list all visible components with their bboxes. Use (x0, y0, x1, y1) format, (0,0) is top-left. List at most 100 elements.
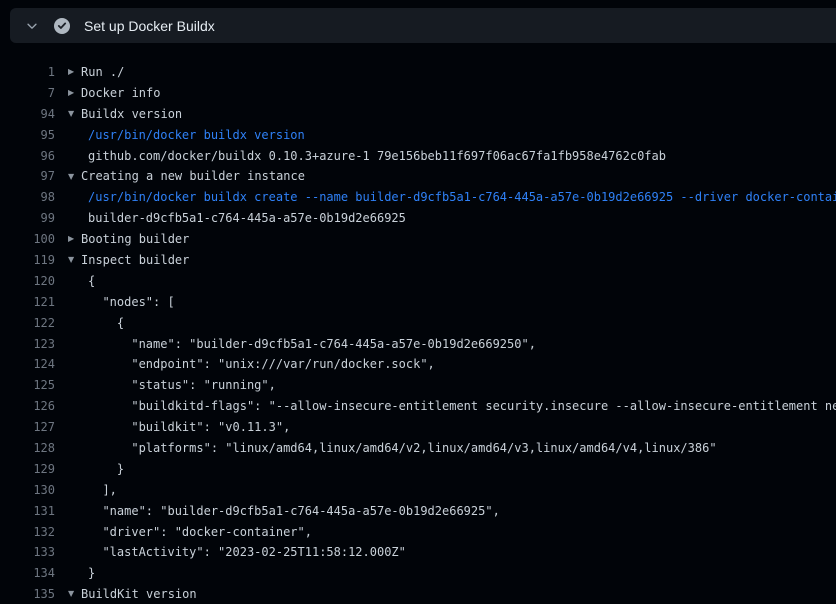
log-line: 95/usr/bin/docker buildx version (0, 125, 836, 146)
log-line: 126 "buildkitd-flags": "--allow-insecure… (0, 396, 836, 417)
log-output-text: ], (68, 480, 117, 501)
log-command-text: /usr/bin/docker buildx create --name bui… (68, 187, 836, 208)
log-text-content: "endpoint": "unix:///var/run/docker.sock… (68, 354, 836, 375)
expand-icon[interactable]: ▶ (68, 83, 81, 104)
log-line: 130 ], (0, 480, 836, 501)
log-output-text: "status": "running", (68, 375, 276, 396)
log-group-label: Inspect builder (81, 253, 189, 267)
log-line: 121 "nodes": [ (0, 292, 836, 313)
log-group-toggle[interactable]: ▶Booting builder (68, 229, 836, 250)
log-group-label: Booting builder (81, 232, 189, 246)
log-group-toggle[interactable]: ▼BuildKit version (68, 584, 836, 604)
log-text-content: "nodes": [ (68, 292, 836, 313)
line-number-link[interactable]: 1 (0, 62, 55, 83)
line-number-link[interactable]: 133 (0, 542, 55, 563)
log-group-label: BuildKit version (81, 587, 197, 601)
line-number-link[interactable]: 121 (0, 292, 55, 313)
line-number-link[interactable]: 122 (0, 313, 55, 334)
line-number-link[interactable]: 132 (0, 522, 55, 543)
step-header[interactable]: Set up Docker Buildx (10, 8, 836, 43)
log-command-text: /usr/bin/docker buildx version (68, 125, 305, 146)
log-output-text: "buildkitd-flags": "--allow-insecure-ent… (68, 396, 836, 417)
line-number-link[interactable]: 131 (0, 501, 55, 522)
log-group-toggle[interactable]: ▶Run ./ (68, 62, 836, 83)
collapse-icon[interactable]: ▼ (68, 250, 81, 271)
line-number-link[interactable]: 129 (0, 459, 55, 480)
log-text-content: github.com/docker/buildx 0.10.3+azure-1 … (68, 146, 836, 167)
line-number-link[interactable]: 97 (0, 166, 55, 187)
log-text-content: /usr/bin/docker buildx version (68, 125, 836, 146)
log-text-content: "status": "running", (68, 375, 836, 396)
log-line: 7 ▶Docker info (0, 83, 836, 104)
log-line: 124 "endpoint": "unix:///var/run/docker.… (0, 354, 836, 375)
log-output-text: "name": "builder-d9cfb5a1-c764-445a-a57e… (68, 501, 500, 522)
check-circle-icon (54, 18, 70, 34)
log-lines: 1▶Run ./7▶Docker info94▼Buildx version95… (0, 43, 836, 604)
log-line: 132 "driver": "docker-container", (0, 522, 836, 543)
log-text-content: } (68, 563, 836, 584)
log-group-toggle[interactable]: ▼Buildx version (68, 104, 836, 125)
log-output-text: "endpoint": "unix:///var/run/docker.sock… (68, 354, 435, 375)
line-number-link[interactable]: 124 (0, 354, 55, 375)
log-group-toggle[interactable]: ▶Docker info (68, 83, 836, 104)
log-line: 125 "status": "running", (0, 375, 836, 396)
log-output-text: "platforms": "linux/amd64,linux/amd64/v2… (68, 438, 717, 459)
line-number-link[interactable]: 128 (0, 438, 55, 459)
line-number-link[interactable]: 94 (0, 104, 55, 125)
log-output-text: builder-d9cfb5a1-c764-445a-a57e-0b19d2e6… (68, 208, 406, 229)
line-number-link[interactable]: 119 (0, 250, 55, 271)
log-output-text: } (68, 459, 124, 480)
log-output-text: github.com/docker/buildx 0.10.3+azure-1 … (68, 146, 666, 167)
line-number-link[interactable]: 135 (0, 584, 55, 604)
log-text-content: "name": "builder-d9cfb5a1-c764-445a-a57e… (68, 334, 836, 355)
log-text-content: /usr/bin/docker buildx create --name bui… (68, 187, 836, 208)
log-line: 119 ▼Inspect builder (0, 250, 836, 271)
log-line: 129 } (0, 459, 836, 480)
line-number-link[interactable]: 134 (0, 563, 55, 584)
collapse-icon[interactable]: ▼ (68, 104, 81, 125)
line-number-link[interactable]: 98 (0, 187, 55, 208)
log-text-content: ], (68, 480, 836, 501)
log-group-label: Buildx version (81, 107, 182, 121)
log-line: 97 ▼Creating a new builder instance (0, 166, 836, 187)
log-text-content: "platforms": "linux/amd64,linux/amd64/v2… (68, 438, 836, 459)
log-line: 128 "platforms": "linux/amd64,linux/amd6… (0, 438, 836, 459)
log-output-text: "nodes": [ (68, 292, 175, 313)
line-number-link[interactable]: 130 (0, 480, 55, 501)
log-group-toggle[interactable]: ▼Inspect builder (68, 250, 836, 271)
log-text-content: } (68, 459, 836, 480)
log-line: 135 ▼BuildKit version (0, 584, 836, 604)
log-output-text: "name": "builder-d9cfb5a1-c764-445a-a57e… (68, 334, 536, 355)
log-text-content: "lastActivity": "2023-02-25T11:58:12.000… (68, 542, 836, 563)
collapse-icon[interactable]: ▼ (68, 167, 81, 188)
log-line: 94 ▼Buildx version (0, 104, 836, 125)
line-number-link[interactable]: 7 (0, 83, 55, 104)
expand-icon[interactable]: ▶ (68, 62, 81, 83)
chevron-down-icon[interactable] (24, 18, 40, 34)
line-number-link[interactable]: 99 (0, 208, 55, 229)
line-number-link[interactable]: 120 (0, 271, 55, 292)
log-output-text: "lastActivity": "2023-02-25T11:58:12.000… (68, 542, 406, 563)
line-number-link[interactable]: 123 (0, 334, 55, 355)
log-text-content: "buildkit": "v0.11.3", (68, 417, 836, 438)
line-number-link[interactable]: 96 (0, 146, 55, 167)
log-line: 131 "name": "builder-d9cfb5a1-c764-445a-… (0, 501, 836, 522)
log-text-content: "driver": "docker-container", (68, 522, 836, 543)
line-number-link[interactable]: 126 (0, 396, 55, 417)
collapse-icon[interactable]: ▼ (68, 584, 81, 604)
log-output-text: "driver": "docker-container", (68, 522, 312, 543)
log-line: 120{ (0, 271, 836, 292)
log-text-content: "name": "builder-d9cfb5a1-c764-445a-a57e… (68, 501, 836, 522)
expand-icon[interactable]: ▶ (68, 229, 81, 250)
log-group-label: Run ./ (81, 65, 124, 79)
log-output-text: } (68, 563, 95, 584)
log-line: 100 ▶Booting builder (0, 229, 836, 250)
log-text-content: "buildkitd-flags": "--allow-insecure-ent… (68, 396, 836, 417)
log-text-content: { (68, 313, 836, 334)
line-number-link[interactable]: 127 (0, 417, 55, 438)
line-number-link[interactable]: 125 (0, 375, 55, 396)
line-number-link[interactable]: 95 (0, 125, 55, 146)
log-group-toggle[interactable]: ▼Creating a new builder instance (68, 166, 836, 187)
line-number-link[interactable]: 100 (0, 229, 55, 250)
log-output-text: "buildkit": "v0.11.3", (68, 417, 290, 438)
